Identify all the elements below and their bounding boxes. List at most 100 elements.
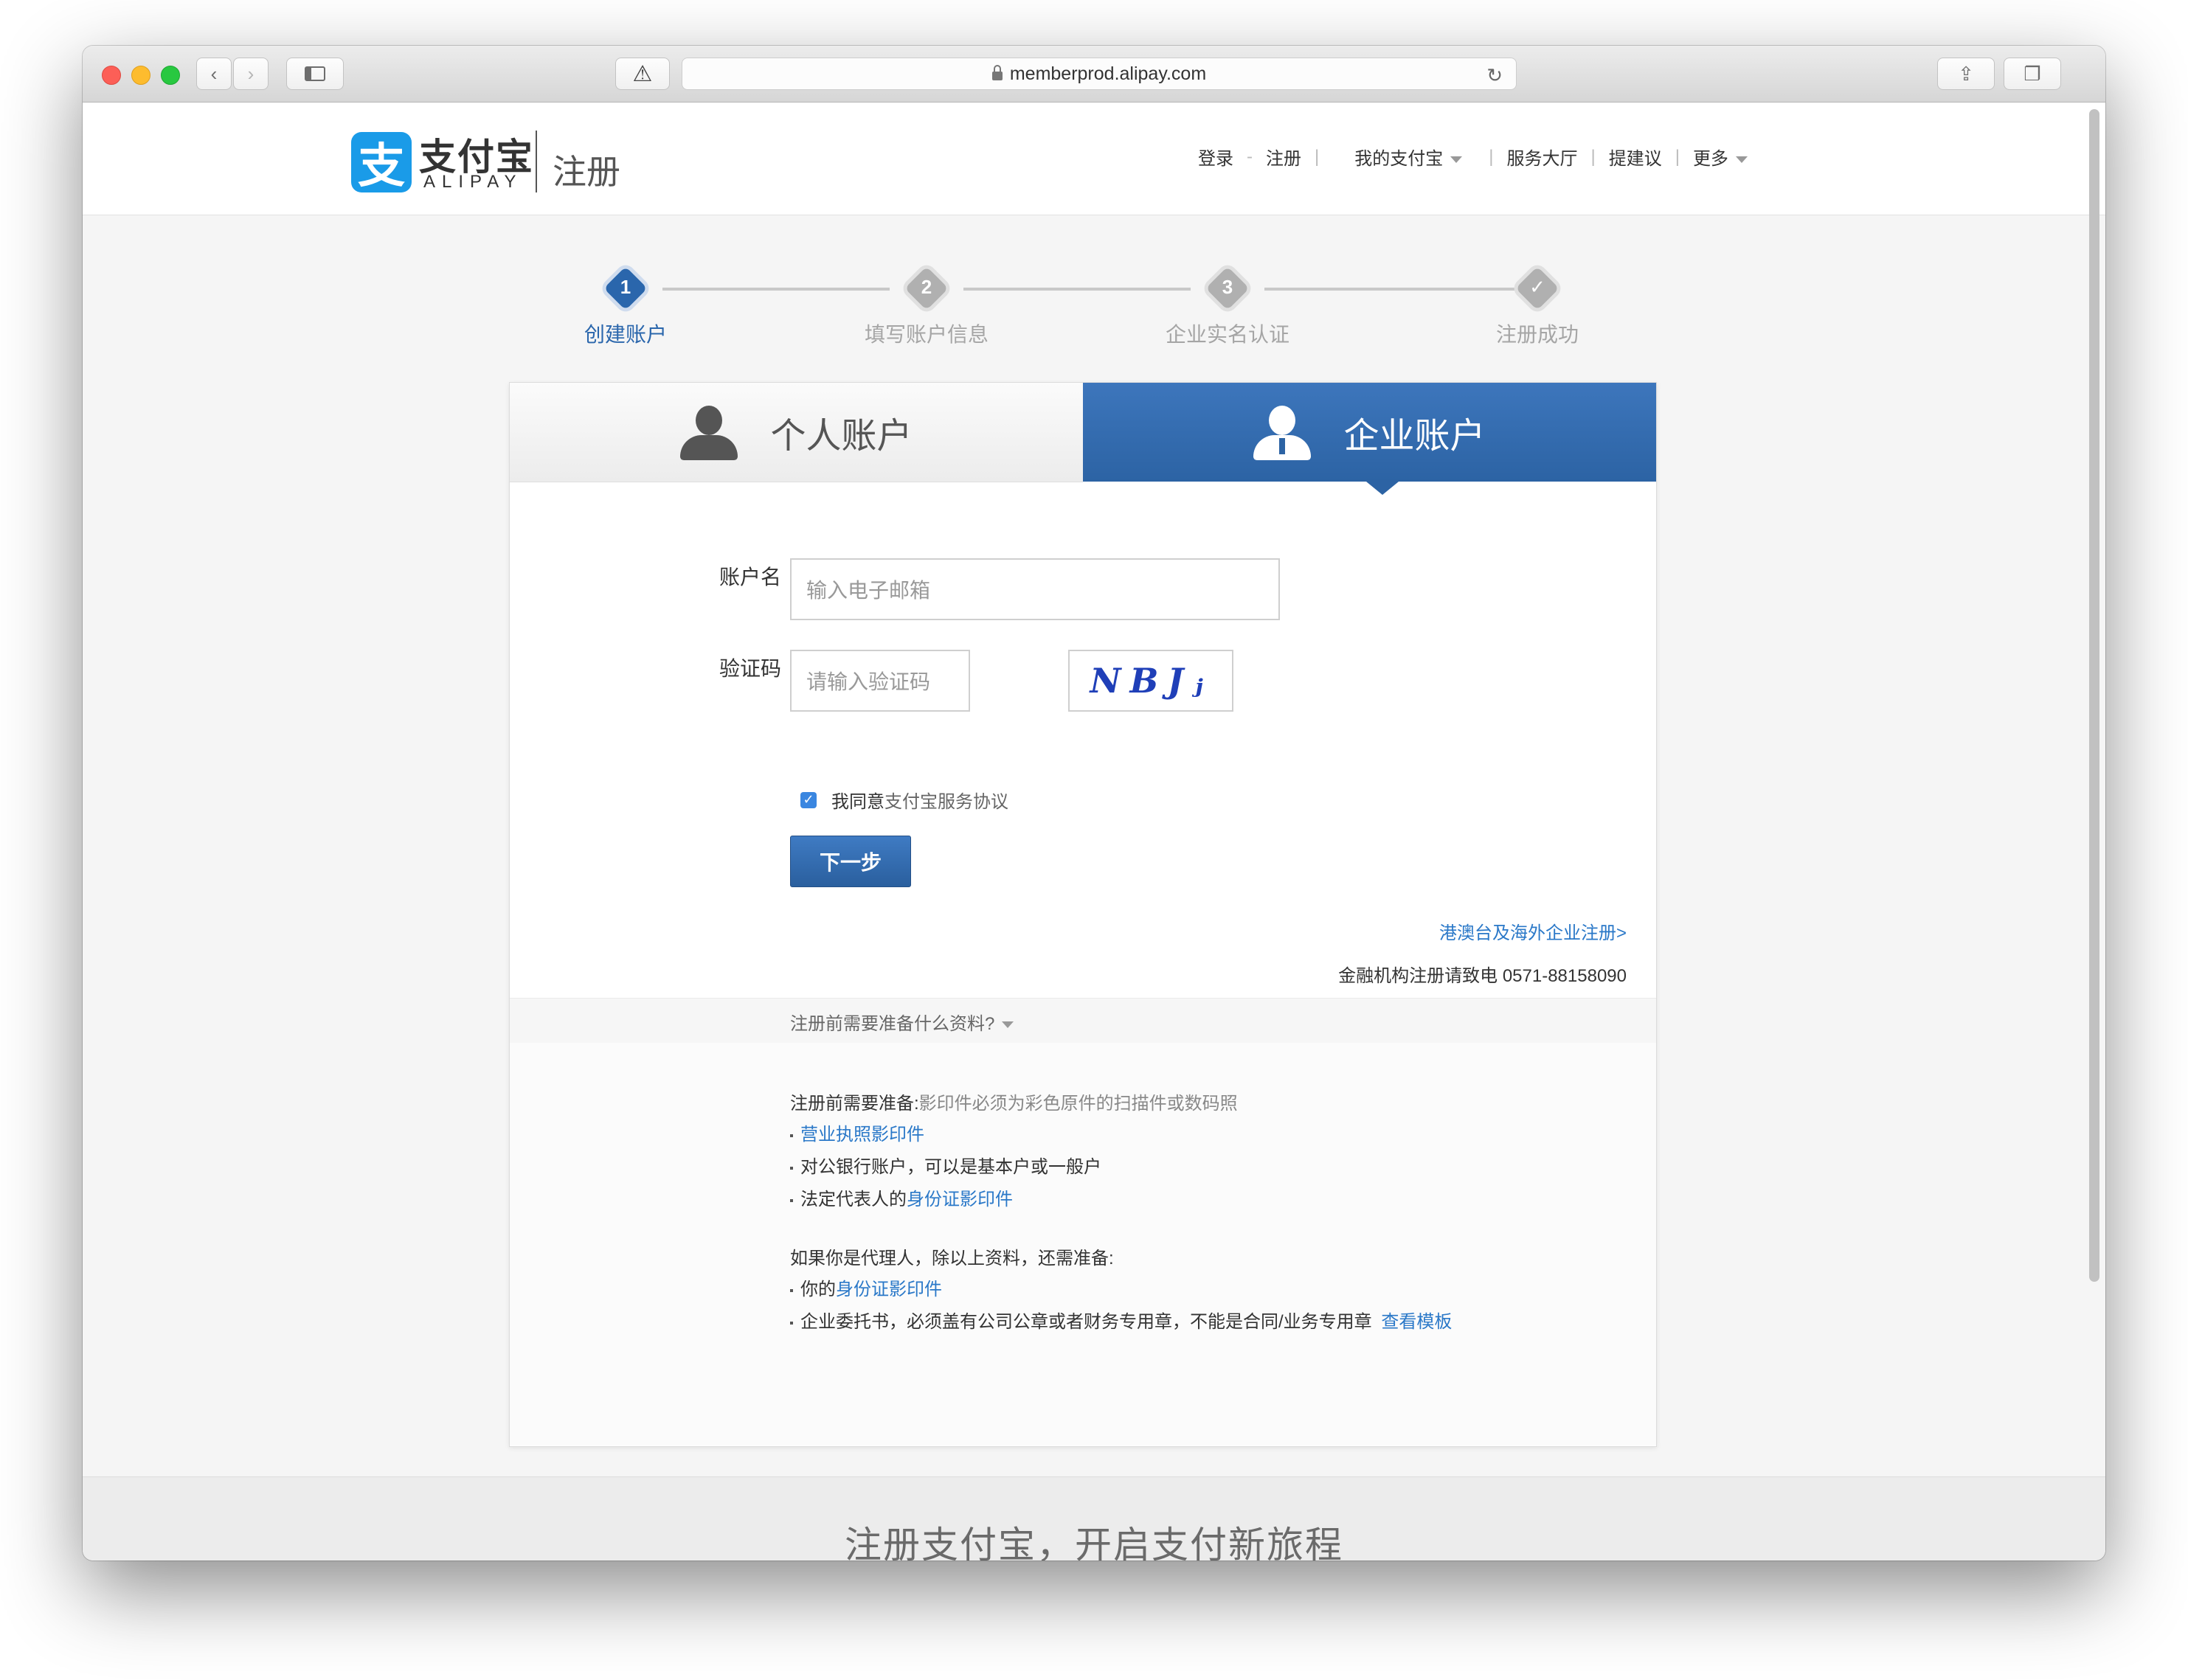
overseas-register-link[interactable]: 港澳台及海外企业注册>: [1439, 918, 1627, 944]
user-icon: [680, 406, 738, 460]
nav-my-alipay-menu[interactable]: 我的支付宝: [1354, 144, 1463, 170]
captcha-placeholder: 请输入验证码: [806, 670, 931, 693]
caret-down-icon: [1002, 1021, 1014, 1029]
bullet-icon: [790, 1166, 793, 1170]
zoom-window-button[interactable]: [161, 66, 180, 85]
bank-account-text: 对公银行账户，可以是基本户或一般户: [800, 1157, 1101, 1177]
reload-icon[interactable]: ↻: [1486, 64, 1503, 87]
business-user-icon: [1253, 406, 1312, 460]
legal-rep-text: 法定代表人的: [800, 1190, 907, 1209]
step-4-label: 注册成功: [1495, 323, 1579, 346]
nav-service-hall-link[interactable]: 服务大厅: [1506, 144, 1577, 170]
step-1-label: 创建账户: [584, 323, 667, 346]
bullet-icon: [790, 1321, 793, 1325]
nav-more-menu[interactable]: 更多: [1693, 144, 1748, 170]
authorization-letter-text: 企业委托书，必须盖有公司公章或者财务专用章，不能是合同/业务专用章: [800, 1312, 1372, 1332]
bullet-icon: [790, 1288, 793, 1292]
prep-item: 营业执照影印件: [790, 1120, 924, 1145]
caret-down-icon: [1735, 156, 1748, 164]
finance-contact-text: 金融机构注册请致电 0571-88158090: [1338, 966, 1627, 986]
agree-checkbox[interactable]: ✓: [800, 791, 817, 808]
share-button[interactable]: ⇪: [1937, 58, 1995, 90]
next-step-button[interactable]: 下一步: [790, 836, 911, 887]
agent-heading: 如果你是代理人，除以上资料，还需准备:: [790, 1249, 1114, 1268]
step-1-number: 1: [620, 276, 631, 298]
top-nav: 登录 - 注册 | 我的支付宝 | 服务大厅 | 提建议 | 更多: [1198, 144, 1748, 170]
nav-more-label: 更多: [1692, 149, 1728, 169]
nav-suggest-link[interactable]: 提建议: [1609, 144, 1662, 170]
alipay-logo-icon[interactable]: 支: [351, 132, 412, 192]
prep-item: 你的身份证影印件: [790, 1274, 942, 1300]
tab-enterprise-account[interactable]: 企业账户: [1083, 383, 1656, 495]
step-connector: [963, 288, 1191, 291]
chevron-left-icon: ‹: [210, 62, 218, 85]
footer-slogan: 注册支付宝，开启支付新旅程: [845, 1524, 1343, 1561]
forward-button[interactable]: ›: [233, 58, 269, 90]
close-window-button[interactable]: [102, 66, 121, 85]
prep-heading-row: 注册前需要准备:影印件必须为彩色原件的扫描件或数码照: [790, 1089, 1238, 1114]
bullet-icon: [790, 1134, 793, 1137]
prep-item: 对公银行账户，可以是基本户或一般户: [790, 1152, 1101, 1178]
id-card-link[interactable]: 身份证影印件: [907, 1190, 1013, 1209]
page-footer: 注册支付宝，开启支付新旅程: [83, 1476, 2105, 1561]
nav-separator: |: [1590, 146, 1596, 167]
share-icon: ⇪: [1958, 62, 1974, 85]
captcha-image[interactable]: NBJⱼ: [1068, 650, 1233, 712]
tabs-icon: ❐: [2023, 62, 2041, 85]
step-connector: [1264, 288, 1523, 291]
logo-subtext: ALIPAY: [423, 172, 523, 192]
browser-window: ‹ › ⚠ memberprod.alipay.com ↻ ⇪ ❐ + 支 支付…: [83, 46, 2105, 1561]
nav-separator: |: [1675, 146, 1680, 167]
tab-enterprise-label: 企业账户: [1343, 417, 1486, 456]
sidebar-button[interactable]: [286, 58, 344, 90]
page-title: 注册: [553, 153, 620, 191]
email-placeholder: 输入电子邮箱: [806, 579, 931, 602]
minimize-window-button[interactable]: [131, 66, 150, 85]
url-text: memberprod.alipay.com: [1009, 63, 1207, 84]
bullet-icon: [790, 1198, 793, 1202]
prep-item: 法定代表人的身份证影印件: [790, 1184, 1013, 1210]
prep-toggle-bar[interactable]: 注册前需要准备什么资料?: [510, 998, 1656, 1044]
step-2-number: 2: [921, 276, 932, 298]
nav-my-alipay-label: 我的支付宝: [1354, 149, 1444, 169]
step-3-number: 3: [1222, 276, 1233, 298]
service-agreement-link[interactable]: 支付宝服务协议: [884, 787, 1008, 813]
prep-heading: 注册前需要准备:: [790, 1094, 919, 1114]
progress-steps: 1 创建账户 2 填写账户信息 3 企业实名认证 ✓ 注册成功: [83, 215, 2105, 392]
agree-text: 我同意: [831, 792, 884, 812]
nav-login-link[interactable]: 登录: [1198, 144, 1233, 170]
back-button[interactable]: ‹: [196, 58, 232, 90]
email-input[interactable]: 输入电子邮箱: [790, 558, 1280, 620]
prep-heading-note: 影印件必须为彩色原件的扫描件或数码照: [918, 1094, 1238, 1114]
nav-separator: |: [1489, 146, 1494, 167]
account-name-label: 账户名: [719, 566, 781, 589]
lock-icon: [991, 65, 1003, 80]
warning-icon: ⚠: [632, 61, 653, 86]
business-license-link[interactable]: 营业执照影印件: [800, 1125, 924, 1145]
tab-personal-account[interactable]: 个人账户: [510, 383, 1083, 482]
prep-details: 注册前需要准备:影印件必须为彩色原件的扫描件或数码照 营业执照影印件 对公银行账…: [510, 1043, 1656, 1445]
registration-card: 个人账户 企业账户 账户名 输入电子邮箱 验证码 请输入验证码 NBJⱼ ✓ 我…: [509, 382, 1657, 1447]
agent-id-card-link[interactable]: 身份证影印件: [836, 1280, 942, 1299]
tabs-overview-button[interactable]: ❐: [2004, 58, 2061, 90]
captcha-label: 验证码: [719, 657, 781, 680]
agreement-row: ✓ 我同意 支付宝服务协议: [800, 787, 1008, 813]
nav-separator: |: [1315, 146, 1320, 167]
tab-personal-label: 个人账户: [770, 417, 913, 456]
view-template-link[interactable]: 查看模板: [1381, 1312, 1452, 1332]
browser-toolbar: ‹ › ⚠ memberprod.alipay.com ↻ ⇪ ❐: [83, 46, 2105, 103]
vertical-scrollbar[interactable]: [2089, 109, 2099, 1282]
sidebar-icon: [305, 66, 325, 81]
nav-register-link[interactable]: 注册: [1266, 144, 1301, 170]
agent-id-text: 你的: [800, 1280, 836, 1299]
prep-toggle-label: 注册前需要准备什么资料?: [790, 1014, 995, 1034]
nav-separator: -: [1247, 146, 1253, 167]
address-bar[interactable]: memberprod.alipay.com ↻: [682, 58, 1517, 90]
step-connector: [662, 288, 890, 291]
prep-toggle[interactable]: 注册前需要准备什么资料?: [790, 1009, 1014, 1035]
prep-item: 企业委托书，必须盖有公司公章或者财务专用章，不能是合同/业务专用章 查看模板: [790, 1307, 1452, 1333]
warning-button[interactable]: ⚠: [615, 58, 670, 90]
captcha-input[interactable]: 请输入验证码: [790, 650, 970, 712]
logo-divider: [536, 131, 537, 192]
site-header: 支 支付宝 ALIPAY 注册 登录 - 注册 | 我的支付宝 | 服务大厅 |…: [83, 103, 2105, 215]
